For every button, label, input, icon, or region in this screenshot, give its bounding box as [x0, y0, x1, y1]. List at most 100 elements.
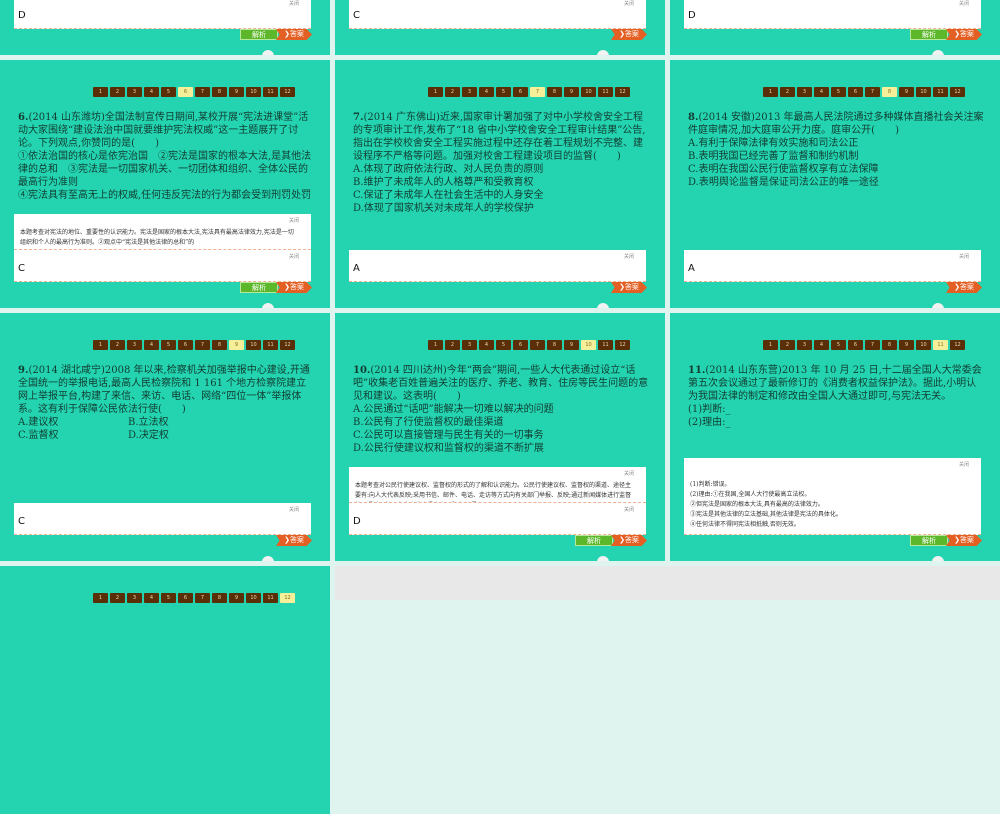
answer-button[interactable]: ❯答案 [946, 282, 982, 293]
nav-page-button[interactable]: 10 [581, 87, 596, 97]
close-button[interactable]: 关闭 [624, 0, 634, 7]
nav-page-button[interactable]: 12 [615, 340, 630, 350]
nav-page-button[interactable]: 12 [950, 87, 965, 97]
nav-page-button[interactable]: 8 [212, 340, 227, 350]
nav-page-button[interactable]: 7 [530, 87, 545, 97]
nav-page-button[interactable]: 7 [865, 87, 880, 97]
nav-page-button[interactable]: 11 [263, 340, 278, 350]
nav-page-button[interactable]: 5 [161, 340, 176, 350]
nav-page-button[interactable]: 3 [462, 340, 477, 350]
nav-page-button[interactable]: 10 [246, 340, 261, 350]
nav-page-button[interactable]: 7 [865, 340, 880, 350]
nav-page-button[interactable]: 2 [780, 340, 795, 350]
analysis-button[interactable]: 解析 [910, 29, 948, 40]
nav-page-button[interactable]: 2 [110, 87, 125, 97]
close-button[interactable]: 关闭 [289, 253, 299, 260]
close-button[interactable]: 关闭 [289, 0, 299, 7]
nav-page-button[interactable]: 5 [831, 340, 846, 350]
nav-page-button[interactable]: 3 [127, 340, 142, 350]
nav-page-button[interactable]: 1 [93, 340, 108, 350]
nav-page-button[interactable]: 9 [229, 87, 244, 97]
nav-page-button[interactable]: 5 [831, 87, 846, 97]
answer-button[interactable]: ❯答案 [276, 29, 312, 40]
nav-page-button[interactable]: 7 [195, 340, 210, 350]
nav-page-button[interactable]: 8 [212, 87, 227, 97]
nav-page-button[interactable]: 2 [110, 593, 125, 603]
close-button[interactable]: 关闭 [624, 506, 634, 513]
nav-page-button[interactable]: 3 [797, 340, 812, 350]
close-button[interactable]: 关闭 [624, 470, 634, 477]
nav-page-button[interactable]: 12 [280, 593, 295, 603]
nav-page-button[interactable]: 5 [161, 593, 176, 603]
nav-page-button[interactable]: 12 [280, 87, 295, 97]
nav-page-button[interactable]: 6 [848, 87, 863, 97]
nav-page-button[interactable]: 12 [615, 87, 630, 97]
nav-page-button[interactable]: 9 [229, 593, 244, 603]
nav-page-button[interactable]: 11 [598, 340, 613, 350]
nav-page-button[interactable]: 1 [763, 87, 778, 97]
nav-page-button[interactable]: 7 [530, 340, 545, 350]
close-button[interactable]: 关闭 [959, 0, 969, 7]
nav-page-button[interactable]: 3 [462, 87, 477, 97]
close-button[interactable]: 关闭 [624, 253, 634, 260]
nav-page-button[interactable]: 11 [933, 340, 948, 350]
nav-page-button[interactable]: 11 [598, 87, 613, 97]
nav-page-button[interactable]: 4 [479, 87, 494, 97]
nav-page-button[interactable]: 7 [195, 87, 210, 97]
answer-button[interactable]: ❯答案 [611, 282, 647, 293]
nav-page-button[interactable]: 2 [780, 87, 795, 97]
nav-page-button[interactable]: 4 [144, 593, 159, 603]
nav-page-button[interactable]: 10 [916, 340, 931, 350]
nav-page-button[interactable]: 5 [496, 87, 511, 97]
nav-page-button[interactable]: 1 [428, 87, 443, 97]
nav-page-button[interactable]: 1 [428, 340, 443, 350]
nav-page-button[interactable]: 6 [513, 340, 528, 350]
nav-page-button[interactable]: 10 [581, 340, 596, 350]
nav-page-button[interactable]: 3 [127, 593, 142, 603]
answer-button[interactable]: ❯答案 [276, 282, 312, 293]
nav-page-button[interactable]: 5 [496, 340, 511, 350]
analysis-button[interactable]: 解析 [240, 282, 278, 293]
nav-page-button[interactable]: 11 [933, 87, 948, 97]
nav-page-button[interactable]: 4 [814, 87, 829, 97]
close-button[interactable]: 关闭 [959, 253, 969, 260]
nav-page-button[interactable]: 4 [814, 340, 829, 350]
answer-button[interactable]: ❯答案 [276, 535, 312, 546]
nav-page-button[interactable]: 4 [479, 340, 494, 350]
nav-page-button[interactable]: 9 [899, 340, 914, 350]
nav-page-button[interactable]: 6 [513, 87, 528, 97]
answer-button[interactable]: ❯答案 [946, 535, 982, 546]
close-button[interactable]: 关闭 [289, 506, 299, 513]
nav-page-button[interactable]: 9 [564, 87, 579, 97]
nav-page-button[interactable]: 1 [763, 340, 778, 350]
answer-button[interactable]: ❯答案 [611, 535, 647, 546]
nav-page-button[interactable]: 6 [848, 340, 863, 350]
nav-page-button[interactable]: 7 [195, 593, 210, 603]
nav-page-button[interactable]: 8 [882, 340, 897, 350]
nav-page-button[interactable]: 10 [916, 87, 931, 97]
nav-page-button[interactable]: 11 [263, 593, 278, 603]
nav-page-button[interactable]: 8 [882, 87, 897, 97]
nav-page-button[interactable]: 6 [178, 87, 193, 97]
nav-page-button[interactable]: 12 [950, 340, 965, 350]
nav-page-button[interactable]: 2 [110, 340, 125, 350]
answer-button[interactable]: ❯答案 [946, 29, 982, 40]
analysis-button[interactable]: 解析 [240, 29, 278, 40]
nav-page-button[interactable]: 1 [93, 593, 108, 603]
nav-page-button[interactable]: 3 [127, 87, 142, 97]
nav-page-button[interactable]: 2 [445, 87, 460, 97]
nav-page-button[interactable]: 9 [899, 87, 914, 97]
nav-page-button[interactable]: 4 [144, 87, 159, 97]
nav-page-button[interactable]: 4 [144, 340, 159, 350]
nav-page-button[interactable]: 5 [161, 87, 176, 97]
nav-page-button[interactable]: 8 [547, 87, 562, 97]
nav-page-button[interactable]: 3 [797, 87, 812, 97]
nav-page-button[interactable]: 10 [246, 593, 261, 603]
analysis-button[interactable]: 解析 [575, 535, 613, 546]
nav-page-button[interactable]: 8 [212, 593, 227, 603]
nav-page-button[interactable]: 2 [445, 340, 460, 350]
nav-page-button[interactable]: 11 [263, 87, 278, 97]
nav-page-button[interactable]: 6 [178, 340, 193, 350]
nav-page-button[interactable]: 12 [280, 340, 295, 350]
close-button[interactable]: 关闭 [289, 217, 299, 224]
